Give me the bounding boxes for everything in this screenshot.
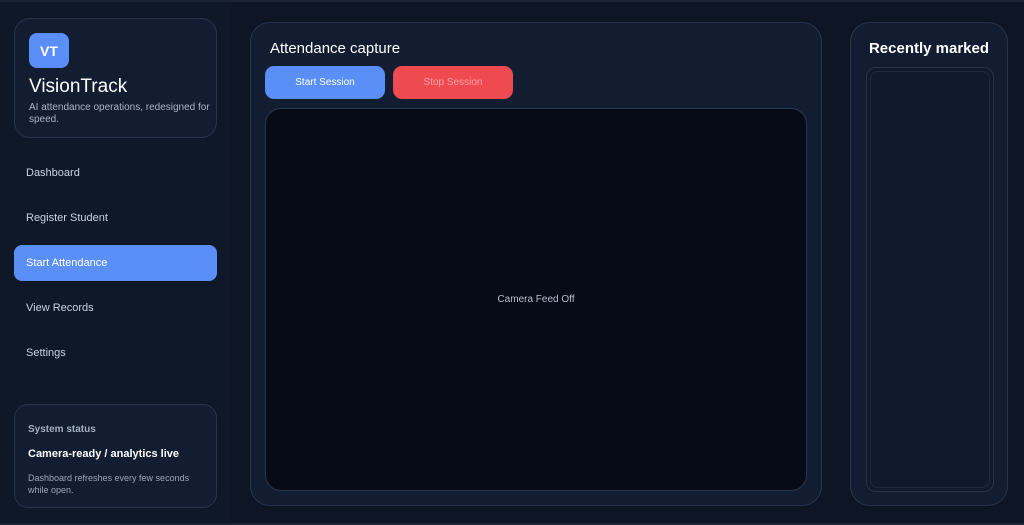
- brand-card: VT VisionTrack AI attendance operations,…: [14, 18, 217, 138]
- stop-session-button[interactable]: Stop Session: [393, 66, 513, 99]
- sidebar-item-register-student[interactable]: Register Student: [14, 200, 217, 236]
- start-session-button[interactable]: Start Session: [265, 66, 385, 99]
- brand-name: VisionTrack: [29, 76, 128, 97]
- status-title: System status: [28, 424, 96, 435]
- sidebar-item-start-attendance[interactable]: Start Attendance: [14, 245, 217, 281]
- sidebar-item-view-records[interactable]: View Records: [14, 290, 217, 326]
- recently-marked-list[interactable]: [866, 67, 994, 492]
- brand-logo: VT: [29, 33, 69, 68]
- recently-marked-list-inner: [870, 71, 990, 488]
- sidebar-item-dashboard[interactable]: Dashboard: [14, 155, 217, 191]
- panel-title: Attendance capture: [270, 40, 401, 57]
- recently-marked-title: Recently marked: [868, 40, 990, 57]
- brand-tagline: AI attendance operations, redesigned for…: [29, 102, 210, 125]
- attendance-capture-panel: Attendance capture Start Session Stop Se…: [250, 22, 822, 506]
- status-value: Camera-ready / analytics live: [28, 448, 180, 460]
- app-window: VT VisionTrack AI attendance operations,…: [0, 0, 1024, 525]
- sidebar-item-settings[interactable]: Settings: [14, 335, 217, 371]
- sidebar: VT VisionTrack AI attendance operations,…: [0, 2, 231, 523]
- camera-feed-status: Camera Feed Off: [497, 294, 575, 305]
- camera-feed: Camera Feed Off: [265, 108, 807, 491]
- recently-marked-panel: Recently marked: [850, 22, 1008, 506]
- system-status-card: System status Camera-ready / analytics l…: [14, 404, 217, 508]
- status-note: Dashboard refreshes every few seconds wh…: [28, 473, 190, 495]
